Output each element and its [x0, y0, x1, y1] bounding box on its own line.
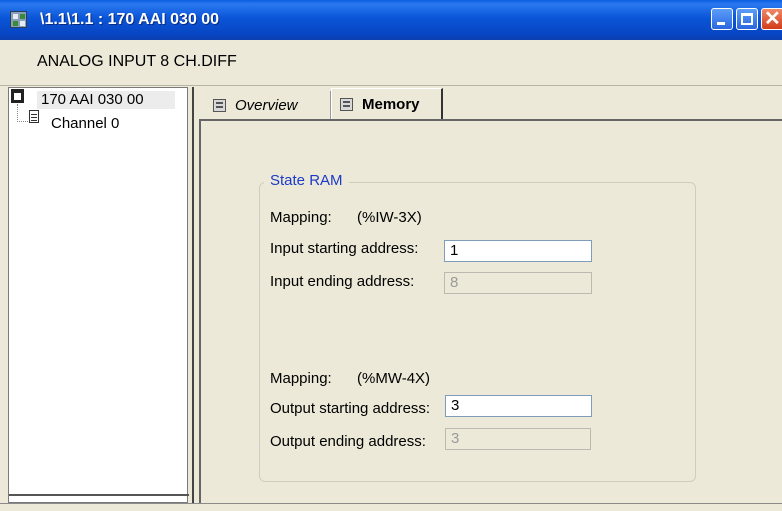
tab-overview-label: Overview [235, 96, 298, 114]
tree-item-channel-0[interactable]: Channel 0 [51, 115, 119, 133]
input-mapping-label: Mapping: [270, 209, 332, 226]
tab-memory[interactable]: Memory [331, 88, 443, 119]
input-start-field[interactable]: 1 [444, 240, 592, 262]
tree-connector [17, 104, 18, 122]
output-start-label: Output starting address: [270, 400, 431, 417]
maximize-icon [741, 13, 753, 25]
module-tree: 170 AAI 030 00 Channel 0 [8, 87, 189, 503]
input-mapping-value: (%IW-3X) [357, 209, 422, 226]
minimize-icon [717, 22, 725, 25]
output-mapping-label: Mapping: [270, 370, 332, 387]
tab-overview[interactable]: Overview [213, 91, 331, 119]
tree-item-module-label: 170 AAI 030 00 [37, 91, 175, 109]
close-icon: ✕ [764, 8, 781, 30]
maximize-button[interactable] [736, 8, 758, 30]
divider [9, 494, 189, 496]
tab-grid-icon [340, 97, 353, 111]
input-end-field: 8 [444, 272, 592, 294]
tree-connector [17, 121, 28, 122]
state-ram-title: State RAM [264, 172, 349, 189]
close-button[interactable]: ✕ [761, 8, 782, 30]
splitter-line [192, 87, 194, 503]
output-mapping-value: (%MW-4X) [357, 370, 431, 387]
output-end-field: 3 [445, 428, 591, 450]
output-start-field[interactable]: 3 [445, 395, 592, 417]
tab-grid-icon [213, 98, 226, 112]
input-end-label: Input ending address: [270, 273, 415, 290]
minimize-button[interactable] [711, 8, 733, 30]
module-description: ANALOG INPUT 8 CH.DIFF [37, 53, 237, 70]
input-start-label: Input starting address: [270, 240, 419, 257]
tree-item-module[interactable]: 170 AAI 030 00 [9, 88, 179, 110]
tab-memory-label: Memory [362, 95, 420, 113]
document-icon [29, 110, 39, 123]
window-title: \1.1\1.1 : 170 AAI 030 00 [40, 11, 220, 28]
app-icon [10, 11, 27, 28]
output-end-label: Output ending address: [270, 433, 426, 450]
module-icon [11, 89, 24, 103]
